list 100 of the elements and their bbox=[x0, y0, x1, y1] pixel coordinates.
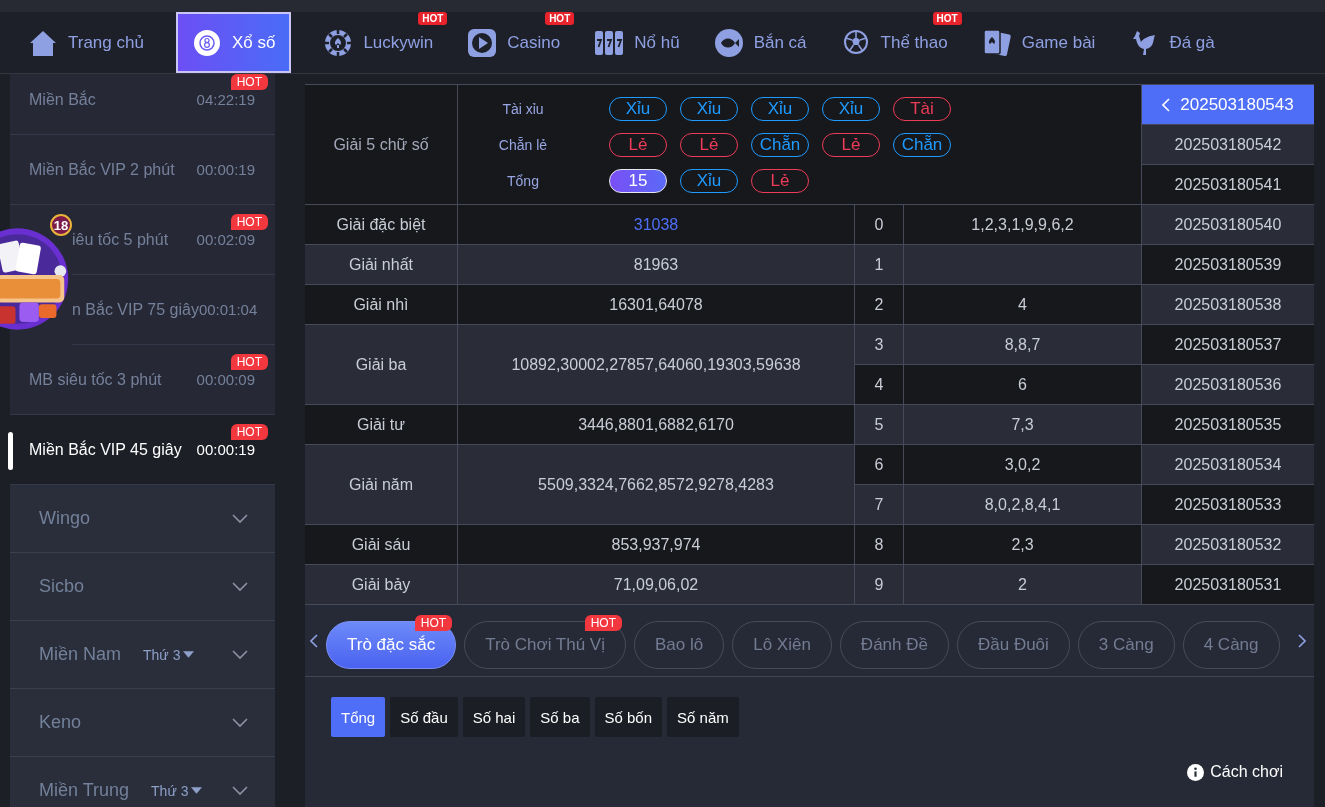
hot-badge: HOT bbox=[230, 424, 268, 440]
period-item[interactable]: 202503180536 bbox=[1142, 365, 1314, 405]
countdown-time: 00:00:19 bbox=[196, 161, 255, 178]
category-name: Miền Nam bbox=[39, 644, 122, 665]
period-item[interactable]: 202503180539 bbox=[1142, 245, 1314, 285]
ball-icon bbox=[191, 27, 222, 58]
category-item[interactable]: Miền Trung Thứ 3 bbox=[10, 757, 275, 807]
table-cell: Giải năm bbox=[305, 445, 458, 524]
category-name: Miền Trung bbox=[39, 780, 130, 801]
table-cell: 4 bbox=[1018, 295, 1027, 314]
hot-badge: HOT bbox=[545, 12, 575, 25]
sub-tab[interactable]: Số năm bbox=[667, 697, 739, 737]
countdown-time: 00:02:09 bbox=[196, 231, 255, 248]
period-item[interactable]: 202503180533 bbox=[1142, 485, 1314, 525]
period-item[interactable]: 202503180537 bbox=[1142, 325, 1314, 365]
caret-icon bbox=[183, 651, 195, 658]
nav-tab[interactable]: Game bài bbox=[973, 12, 1104, 73]
category-name: Wingo bbox=[39, 508, 91, 529]
table-cell: 1 bbox=[855, 245, 904, 284]
sub-tab[interactable]: Số ba bbox=[530, 697, 590, 737]
hot-badge: HOT bbox=[230, 354, 268, 370]
table-cell: 6 bbox=[1018, 375, 1027, 394]
table-cell: 2,3 bbox=[1011, 535, 1034, 554]
table-cell: 7 bbox=[855, 485, 904, 524]
hot-badge: HOT bbox=[418, 12, 448, 25]
category-item[interactable]: Miền Nam Thứ 3 bbox=[10, 621, 275, 689]
hot-badge: HOT bbox=[414, 614, 453, 631]
category-name: Sicbo bbox=[39, 576, 85, 597]
countdown-time: 00:01:04 bbox=[198, 301, 258, 318]
cards-icon bbox=[981, 27, 1012, 58]
nav-tab[interactable]: Xổ số bbox=[175, 12, 292, 73]
caret-icon bbox=[191, 787, 203, 794]
table-cell: Giải 5 chữ số bbox=[305, 85, 458, 204]
period-item[interactable]: 202503180534 bbox=[1142, 445, 1314, 485]
nav-tab[interactable]: Trang chủ bbox=[20, 12, 152, 73]
table-cell: 8,0,2,8,4,1 bbox=[984, 495, 1061, 514]
countdown-time: 00:00:19 bbox=[196, 441, 255, 458]
sub-tab[interactable]: Tổng bbox=[331, 697, 386, 737]
table-cell: Giải nhất bbox=[305, 245, 458, 284]
period-item[interactable]: 202503180543 bbox=[1142, 85, 1314, 125]
countdown-time: 00:00:09 bbox=[196, 371, 255, 388]
period-item[interactable]: 202503180531 bbox=[1142, 565, 1314, 605]
table-cell: 3 bbox=[855, 325, 904, 364]
period-item[interactable]: 202503180541 bbox=[1142, 165, 1314, 205]
table-cell: 0 bbox=[855, 205, 904, 244]
hot-badge: HOT bbox=[584, 614, 622, 631]
chip-icon bbox=[323, 27, 354, 58]
category-name: Keno bbox=[39, 712, 82, 733]
period-item[interactable]: 202503180535 bbox=[1142, 405, 1314, 445]
period-item[interactable]: 202503180542 bbox=[1142, 125, 1314, 165]
table-cell: 3,0,2 bbox=[1004, 455, 1041, 474]
sub-tab[interactable]: Số bốn bbox=[594, 697, 663, 737]
table-cell: 4 bbox=[855, 365, 904, 404]
hot-badge: HOT bbox=[230, 74, 268, 90]
nav-tab[interactable]: Bắn cá bbox=[705, 12, 815, 73]
table-cell: 6 bbox=[855, 445, 904, 484]
table-cell: Giải tư bbox=[305, 405, 458, 444]
hot-badge: HOT bbox=[932, 12, 962, 25]
category-item[interactable]: Wingo bbox=[10, 485, 275, 553]
lottery-item[interactable]: Miền Bắc VIP 45 giây 00:00:19 HOT bbox=[10, 415, 275, 485]
info-icon bbox=[1187, 763, 1205, 781]
result-tag: 15 bbox=[609, 168, 667, 193]
category-item[interactable]: Sicbo bbox=[10, 553, 275, 621]
row-label: Tổng bbox=[506, 172, 540, 189]
table-cell: Giải nhì bbox=[305, 285, 458, 324]
row-label: Tài xỉu bbox=[501, 100, 545, 117]
nav-tab[interactable]: Đá gà bbox=[1121, 12, 1223, 73]
lottery-name: n Bắc VIP 75 giây bbox=[72, 300, 199, 319]
lottery-name: Miền Bắc bbox=[29, 90, 97, 109]
table-cell: Giải đặc biệt bbox=[305, 205, 458, 244]
how-to-play-link[interactable]: Cách chơi bbox=[1187, 763, 1283, 781]
sub-tab[interactable]: Số hai bbox=[462, 697, 526, 737]
row-label: Chẵn lẻ bbox=[497, 136, 549, 153]
day-select[interactable]: Thứ 3 bbox=[151, 782, 203, 799]
lottery-name: iêu tốc 5 phút bbox=[72, 230, 170, 249]
period-item[interactable]: 202503180532 bbox=[1142, 525, 1314, 565]
table-cell: 9 bbox=[855, 565, 904, 604]
table-cell: 8 bbox=[855, 525, 904, 564]
table-cell: 8,8,7 bbox=[1004, 335, 1041, 354]
table-cell: 2 bbox=[1018, 575, 1027, 594]
table-cell: 5 bbox=[855, 405, 904, 444]
sub-tab[interactable]: Số đầu bbox=[390, 697, 458, 737]
table-cell: Giải bảy bbox=[305, 565, 458, 604]
table-cell: 2 bbox=[855, 285, 904, 324]
lottery-item[interactable]: Miền Bắc 04:22:19 HOT bbox=[10, 74, 275, 135]
table-cell: 7,3 bbox=[1011, 415, 1034, 434]
fish-icon bbox=[713, 27, 744, 58]
table-cell: Giải ba bbox=[305, 325, 458, 404]
table-cell: Giải sáu bbox=[305, 525, 458, 564]
hot-badge: HOT bbox=[230, 214, 268, 230]
period-item[interactable]: 202503180540 bbox=[1142, 205, 1314, 245]
table-cell: 1,2,3,1,9,9,6,2 bbox=[971, 215, 1074, 234]
play-icon bbox=[467, 27, 498, 58]
day-select[interactable]: Thứ 3 bbox=[143, 646, 195, 663]
period-item[interactable]: 202503180538 bbox=[1142, 285, 1314, 325]
back-icon bbox=[1162, 97, 1171, 112]
category-item[interactable]: Keno bbox=[10, 689, 275, 757]
lottery-name: MB siêu tốc 3 phút bbox=[29, 370, 163, 389]
countdown-time: 04:22:19 bbox=[196, 91, 255, 108]
nav-tab[interactable]: Nổ hũ bbox=[586, 12, 688, 73]
